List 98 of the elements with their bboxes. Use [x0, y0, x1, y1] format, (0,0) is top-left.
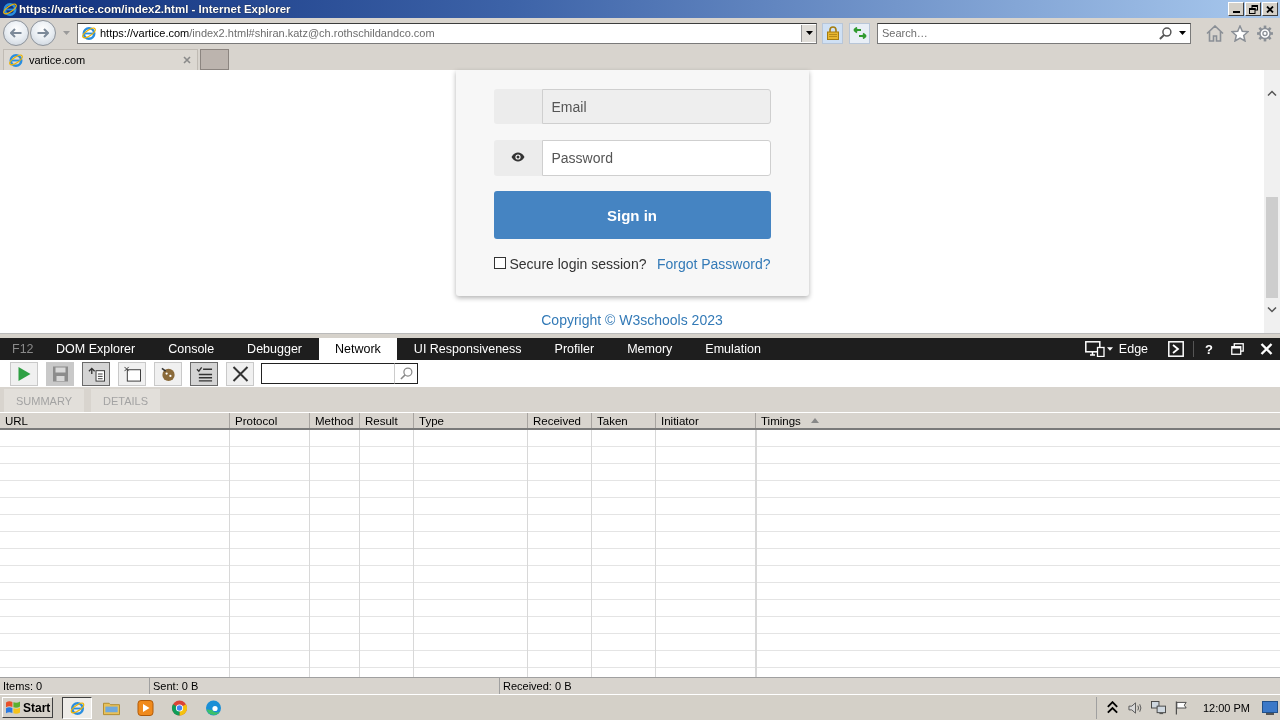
toolbar-button[interactable]: [190, 361, 218, 386]
show-desktop-icon[interactable]: [1262, 700, 1278, 715]
minimize-icon: [1232, 11, 1240, 13]
toolbar-button[interactable]: [226, 361, 254, 386]
speaker-icon[interactable]: [1127, 700, 1143, 715]
network-icon[interactable]: [1150, 700, 1166, 715]
clock[interactable]: 12:00 PM: [1202, 701, 1250, 714]
home-icon: [1205, 24, 1224, 42]
devtools-tab[interactable]: Memory: [610, 338, 689, 360]
column-header[interactable]: Method: [310, 413, 360, 428]
column-header[interactable]: Received: [528, 413, 592, 428]
help-button[interactable]: ?: [1205, 338, 1213, 360]
edge-icon: [204, 699, 222, 716]
checkbox-label: Secure login session?: [509, 256, 647, 272]
caret-icon: [1178, 31, 1186, 35]
start-flag-icon: [5, 700, 21, 715]
scroll-down-icon[interactable]: [1267, 307, 1277, 313]
compatibility-button[interactable]: [849, 22, 870, 44]
console-icon: [1168, 341, 1185, 357]
window-title: https://vartice.com/index2.html - Internet Explorer: [19, 3, 291, 15]
forgot-password-link[interactable]: Forgot Password?: [656, 256, 771, 272]
browser-icon: [2, 1, 18, 17]
address-dropdown-button[interactable]: [801, 24, 816, 42]
minimize-button[interactable]: [1228, 2, 1244, 16]
devtools-tab[interactable]: DOM Explorer: [39, 338, 152, 360]
back-button[interactable]: [3, 20, 29, 46]
taskbar-app-button[interactable]: [62, 696, 92, 719]
search-icon: [399, 367, 413, 380]
devtools-tab[interactable]: Console: [151, 338, 231, 360]
close-icon: [1266, 5, 1274, 13]
console-button[interactable]: [1168, 338, 1185, 360]
field-addon: [493, 89, 542, 124]
copyright-text: Copyright © W3schools 2023: [541, 311, 723, 329]
back-arrow-icon: [10, 28, 22, 38]
sign-in-button[interactable]: Sign in: [493, 191, 771, 239]
column-header[interactable]: Protocol: [230, 413, 310, 428]
eye-icon: [510, 152, 525, 162]
document-arrows-icon: [87, 365, 105, 382]
close-icon: [1260, 343, 1273, 355]
star-icon: [1230, 24, 1249, 42]
search-dropdown-button[interactable]: [1174, 22, 1191, 44]
url-text: https://vartice.com/index2.html#shiran.katz@ch.rothschildandco.com: [100, 27, 435, 39]
devtools-tab[interactable]: Emulation: [688, 338, 778, 360]
caret-icon: [805, 31, 813, 35]
scrollbar[interactable]: [1264, 70, 1280, 333]
caret-icon: [63, 31, 70, 35]
clear-icon: [231, 365, 249, 382]
devtools-tab[interactable]: UI Responsiveness: [397, 338, 539, 360]
browser-icon: [8, 52, 24, 68]
media-player-icon: [136, 699, 154, 716]
chrome-icon: [170, 699, 188, 716]
close-icon: [183, 56, 191, 64]
scrollbar-thumb[interactable]: [1266, 197, 1278, 298]
column-header[interactable]: Timings: [756, 413, 1280, 428]
checkbox[interactable]: [493, 257, 506, 269]
browser-icon: [81, 25, 97, 41]
status-text: Received: 0 B: [502, 679, 573, 694]
column-header[interactable]: Taken: [592, 413, 656, 428]
flag-icon[interactable]: [1173, 700, 1189, 715]
devtools-tab[interactable]: Profiler: [538, 338, 611, 360]
filter-field[interactable]: [261, 363, 394, 384]
browser-icon: [68, 699, 86, 716]
caret-icon: [1106, 347, 1113, 351]
devices-icon: [1084, 341, 1105, 357]
start-button[interactable]: Start: [2, 697, 53, 718]
forward-button[interactable]: [30, 20, 56, 46]
sort-ascending-icon: [810, 418, 819, 423]
settings-icon: [1255, 24, 1274, 42]
toolbar-button[interactable]: [82, 361, 110, 386]
security-lock-button[interactable]: [822, 22, 843, 44]
search-field[interactable]: Search…: [877, 22, 1156, 44]
list-icon: [195, 365, 213, 382]
search-icon: [1158, 26, 1172, 40]
settings-button[interactable]: [1255, 23, 1274, 43]
favorites-button[interactable]: [1230, 23, 1249, 43]
column-header[interactable]: Result: [360, 413, 414, 428]
restore-icon: [1231, 343, 1244, 355]
column-header[interactable]: Initiator: [656, 413, 756, 428]
scroll-up-icon[interactable]: [1267, 90, 1277, 96]
restore-button[interactable]: [1245, 2, 1261, 16]
f12-label: F12: [11, 341, 35, 358]
emulation-button[interactable]: Edge: [1084, 338, 1149, 360]
devtools-tab[interactable]: Debugger: [230, 338, 319, 360]
password-field[interactable]: Password: [541, 140, 771, 176]
column-header[interactable]: Type: [414, 413, 528, 428]
forward-arrow-icon: [37, 28, 49, 38]
padlock-icon: [826, 26, 839, 40]
close-button[interactable]: [1262, 2, 1278, 16]
document-icon: [123, 365, 141, 382]
restore-icon: [1248, 4, 1258, 14]
toolbar-button[interactable]: [118, 361, 146, 386]
address-field[interactable]: https://vartice.com/index2.html#shiran.katz@ch.rothschildandco.com: [77, 22, 817, 44]
column-header[interactable]: URL: [0, 413, 230, 428]
devtools-tab[interactable]: Network: [318, 338, 398, 360]
swap-arrows-icon: [852, 27, 867, 39]
cookie-icon: [159, 365, 177, 382]
browser-tab[interactable]: vartice.com: [3, 49, 198, 70]
filter-search-button[interactable]: [394, 363, 418, 384]
